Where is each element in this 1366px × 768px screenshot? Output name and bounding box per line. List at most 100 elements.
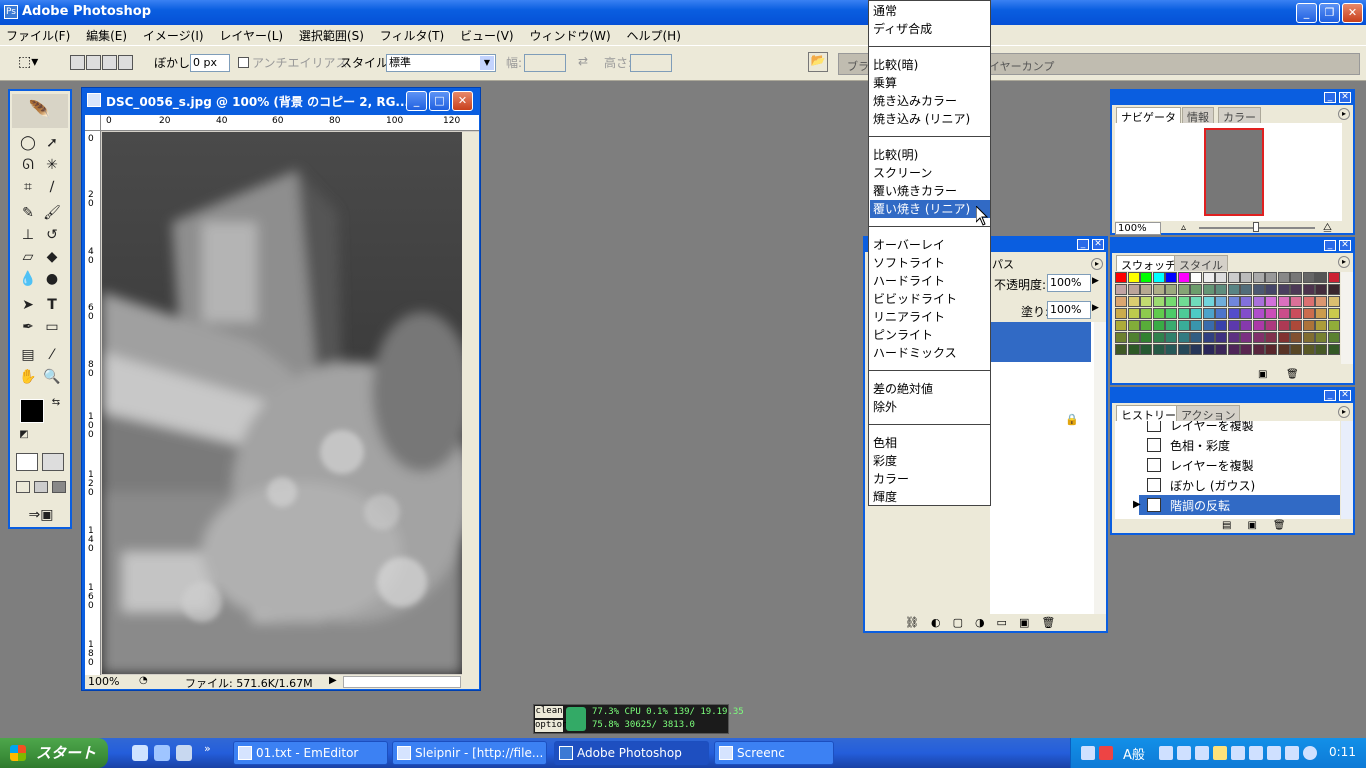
palette-well-tab-layercomps[interactable]: イヤーカンプ [989,58,1054,74]
tab-color[interactable]: カラー [1218,107,1261,124]
quick-mask-mode-icon[interactable] [42,453,64,471]
swatch[interactable] [1227,320,1240,331]
swatches-titlebar[interactable]: _ ✕ [1112,239,1353,253]
swatch[interactable] [1227,284,1240,295]
swatch[interactable] [1227,296,1240,307]
vertical-ruler[interactable]: 0 2 0 4 0 6 0 8 0 1 0 0 1 2 0 1 4 0 1 6 … [85,131,101,675]
swatch[interactable] [1190,332,1202,343]
blend-option[interactable]: 焼き込みカラー [873,92,988,110]
swatch[interactable] [1315,344,1327,355]
history-minimize-button[interactable]: _ [1324,390,1336,401]
swatch[interactable] [1277,296,1290,307]
ime-indicator[interactable]: A般 [1123,744,1145,763]
layers-menu-icon[interactable]: ▸ [1091,258,1103,270]
menu-edit[interactable]: 編集(E) [86,25,127,44]
swatch[interactable] [1190,344,1202,355]
layers-scrollbar[interactable] [1094,322,1106,614]
blend-option[interactable]: ハードライト [873,272,988,290]
blend-option[interactable]: ソフトライト [873,254,988,272]
swatch[interactable] [1202,344,1215,355]
close-button[interactable]: ✕ [1342,3,1363,23]
history-brush-icon[interactable]: ↺ [42,225,62,245]
swatch[interactable] [1265,308,1277,319]
swatch[interactable] [1190,284,1202,295]
swatch[interactable] [1265,344,1277,355]
blend-option[interactable]: リニアライト [873,308,988,326]
swatch[interactable] [1240,296,1252,307]
notes-tool-icon[interactable]: ▤ [18,345,38,365]
swatch[interactable] [1227,272,1240,283]
tray-arrow-icon[interactable] [1177,746,1191,760]
swatch[interactable] [1165,332,1177,343]
tab-info[interactable]: 情報 [1182,107,1214,124]
blend-option[interactable]: ピンライト [873,326,988,344]
swatch[interactable] [1327,284,1340,295]
swatch[interactable] [1315,320,1327,331]
swatch[interactable] [1252,332,1265,343]
swatch[interactable] [1177,284,1190,295]
history-scrollbar[interactable] [1341,421,1353,519]
new-selection-icon[interactable] [70,55,85,70]
swatch[interactable] [1152,308,1165,319]
blend-option[interactable]: スクリーン [873,164,988,182]
magic-wand-icon[interactable]: ✳ [42,155,62,175]
app-title-bar[interactable]: Ps Adobe Photoshop _ ❐ ✕ [0,0,1366,25]
swatch[interactable] [1302,332,1315,343]
swatch[interactable] [1227,308,1240,319]
brush-tool-icon[interactable]: 🖌 [42,203,62,223]
document-window[interactable]: DSC_0056_s.jpg @ 100% (背景 のコピー 2, RG... … [81,87,481,691]
blend-option[interactable]: 比較(暗) [873,56,988,74]
default-colors-icon[interactable]: ◩ [14,425,34,445]
width-input[interactable] [524,54,566,72]
lasso-tool-icon[interactable]: ᘏ [18,155,38,175]
quicklaunch-desktop-icon[interactable] [154,745,170,761]
crop-tool-icon[interactable]: ⌗ [18,177,38,197]
swatch[interactable] [1115,272,1127,283]
blend-option[interactable]: カラー [873,470,988,488]
swatch[interactable] [1265,320,1277,331]
network-icon[interactable] [1195,746,1209,760]
history-item[interactable]: レイヤーを複製 [1115,421,1335,435]
swatch[interactable] [1140,344,1152,355]
quicklaunch-chevron-icon[interactable]: » [204,742,211,755]
zoom-slider-thumb[interactable] [1253,222,1259,232]
swatch[interactable] [1277,332,1290,343]
swatch[interactable] [1152,332,1165,343]
swatch[interactable] [1277,272,1290,283]
zoom-readout[interactable]: 100% [88,675,119,688]
rectangle-tool-icon[interactable]: ▭ [42,317,62,337]
layers-footer-icons[interactable]: ⛓◐▢◑▭▣🗑 [905,616,1105,630]
swatch[interactable] [1290,272,1302,283]
tab-swatches[interactable]: スウォッチ [1116,255,1181,272]
swatch[interactable] [1115,332,1127,343]
layers-close-button[interactable]: ✕ [1092,239,1104,250]
swatch[interactable] [1190,308,1202,319]
blend-option[interactable]: ハードミックス [873,344,988,362]
blend-option[interactable]: 比較(明) [873,146,988,164]
swatch[interactable] [1165,272,1177,283]
blend-option[interactable]: ビビッドライト [873,290,988,308]
path-select-icon[interactable]: ➤ [18,295,38,315]
healing-brush-icon[interactable]: ✎ [18,203,38,223]
screen-mode-full-menu-icon[interactable] [34,481,48,493]
add-selection-icon[interactable] [86,55,101,70]
blend-option[interactable]: 除外 [873,398,988,416]
navigator-titlebar[interactable]: _ ✕ [1112,91,1353,105]
blend-option[interactable]: 色相 [873,434,988,452]
swatch[interactable] [1290,308,1302,319]
swatch[interactable] [1252,296,1265,307]
file-browser-icon[interactable]: 📂 [808,52,828,72]
dodge-tool-icon[interactable]: ● [42,269,62,289]
elliptical-marquee-icon[interactable]: ◯ [18,133,38,153]
keyboard-icon[interactable] [1081,746,1095,760]
swatch[interactable] [1327,320,1340,331]
jump-to-imageready-icon[interactable]: ⇒▣ [18,505,64,525]
swap-icon[interactable]: ⇄ [578,54,588,68]
foreground-color-swatch[interactable] [20,399,44,423]
menu-help[interactable]: ヘルプ(H) [627,25,681,44]
swatch[interactable] [1215,284,1227,295]
blend-option[interactable]: オーバーレイ [873,236,988,254]
blend-option[interactable]: 輝度 [873,488,988,506]
swatch[interactable] [1227,332,1240,343]
tray-app-icon[interactable] [1213,746,1227,760]
